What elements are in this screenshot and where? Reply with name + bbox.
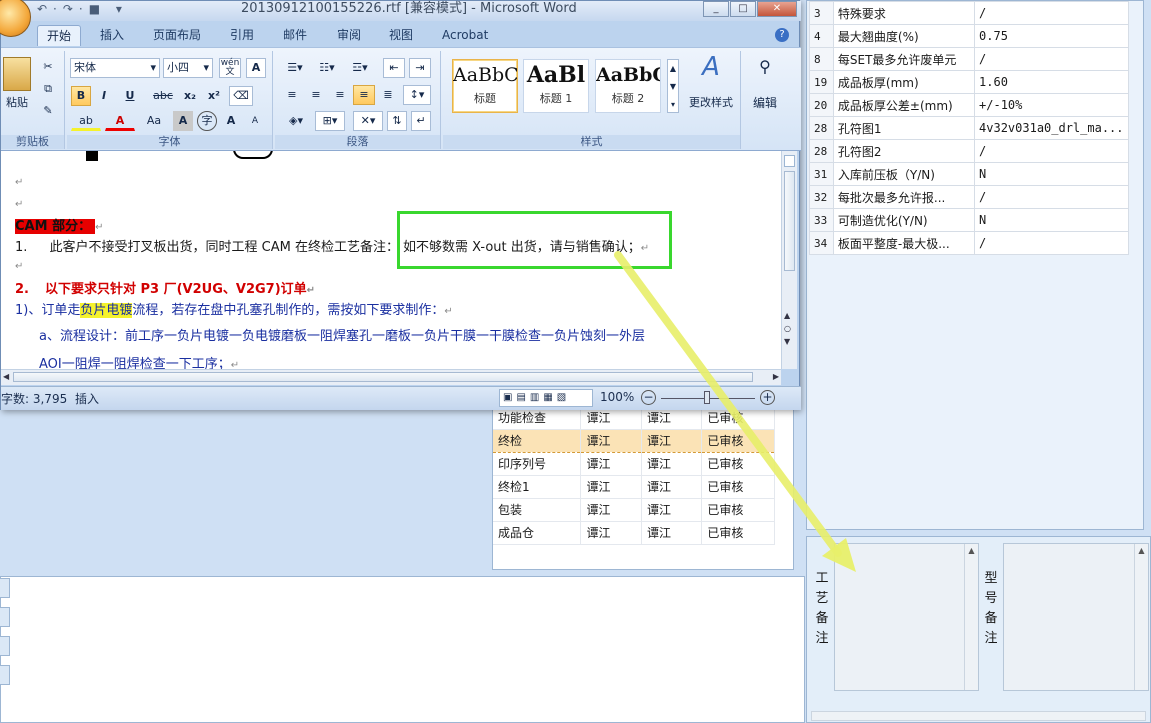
annotation-arrow (614, 251, 856, 572)
